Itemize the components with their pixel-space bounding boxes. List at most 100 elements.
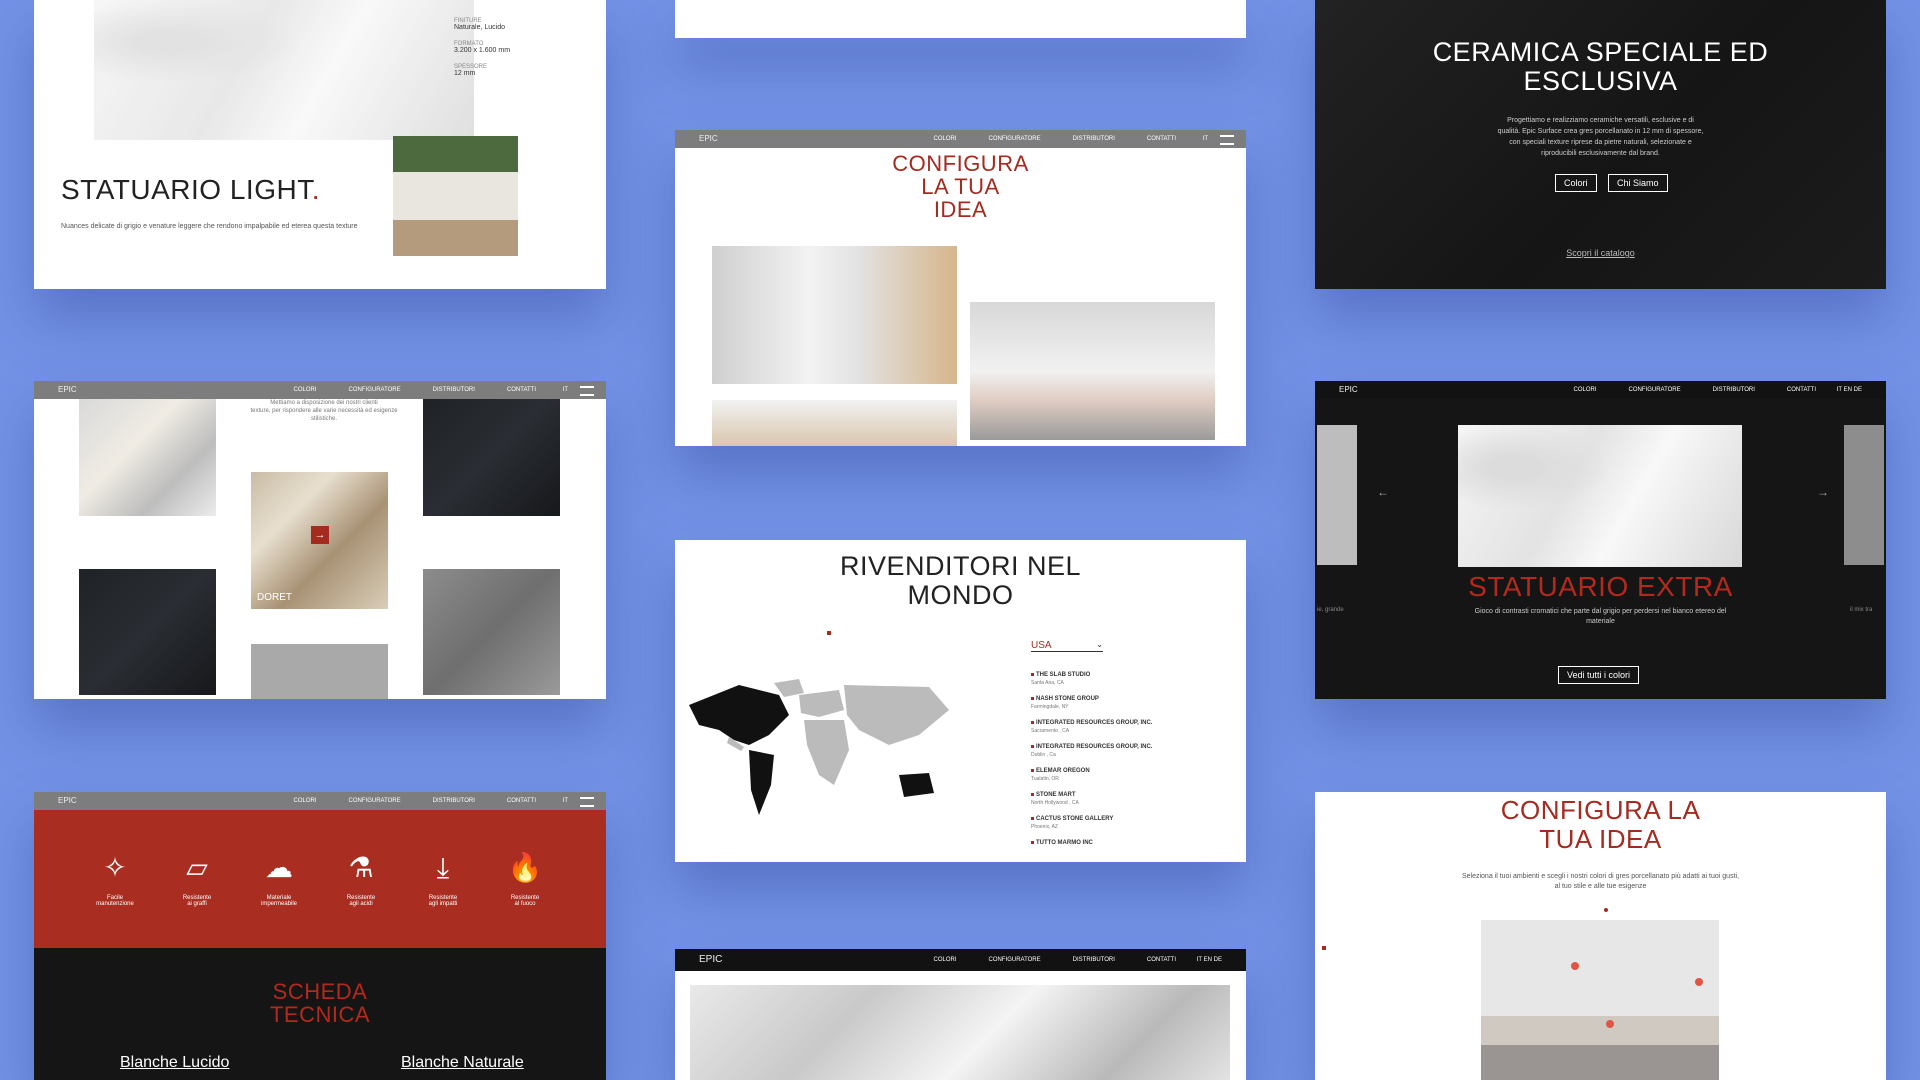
product-description: Nuances delicate di grigio e venature le…	[61, 223, 358, 230]
scratch-icon: ▱	[186, 852, 208, 883]
prev-slide-text: ie, grande	[1317, 607, 1344, 613]
arrow-right-icon[interactable]: →	[1817, 485, 1829, 499]
nav-link-colori[interactable]: COLORI	[1574, 387, 1597, 393]
nav-link-contatti[interactable]: CONTATTI	[1787, 387, 1816, 393]
page-title: CONFIGURA LA TUA IDEA	[892, 151, 1029, 222]
product-title: STATUARIO LIGHT.	[61, 174, 320, 205]
logo[interactable]: EPIC	[699, 954, 722, 965]
blanche-naturale-link[interactable]: Blanche Naturale	[401, 1054, 524, 1072]
card-ceramica-hero: CERAMICA SPECIALE ED ESCLUSIVA Progettia…	[1315, 0, 1886, 289]
feature-item: ⤓ Resistente agli impatti	[428, 852, 458, 907]
list-item[interactable]: INTEGRATED RESOURCES GROUP, INC. Dublin ,…	[1031, 744, 1152, 758]
africa	[804, 720, 849, 785]
nav-link-colori[interactable]: COLORI	[294, 387, 317, 393]
logo[interactable]: EPIC	[699, 134, 718, 143]
list-item[interactable]: STONE MART North Hollywood , CA	[1031, 792, 1152, 806]
tile-white-marble[interactable]	[79, 399, 216, 516]
nav-link-configuratore[interactable]: CONFIGURATORE	[349, 798, 401, 804]
asia	[844, 685, 949, 745]
hotspot[interactable]	[1571, 962, 1579, 970]
gallery-image-room[interactable]	[712, 400, 957, 446]
chevron-down-icon: ⌄	[1096, 640, 1103, 649]
world-map	[689, 679, 949, 815]
tile-grey-stone[interactable]	[423, 569, 560, 695]
nav-link-colori[interactable]: COLORI	[934, 957, 957, 963]
flask-icon: ⚗	[348, 852, 374, 883]
nav-link-colori[interactable]: COLORI	[934, 136, 957, 142]
lang-selector[interactable]: IT EN DE	[1197, 957, 1222, 963]
nav-link-configuratore[interactable]: CONFIGURATORE	[349, 387, 401, 393]
nav-link-configuratore[interactable]: CONFIGURATORE	[989, 136, 1041, 142]
room-preview[interactable]	[1481, 920, 1719, 1080]
flame-icon: 🔥	[507, 852, 543, 883]
hotspot[interactable]	[1606, 1020, 1614, 1028]
card-tiles-grid: EPIC COLORI CONFIGURATORE DISTRIBUTORI C…	[34, 381, 606, 699]
logo[interactable]: EPIC	[1339, 385, 1358, 394]
list-item[interactable]: TUTTO MARMO INC	[1031, 840, 1152, 846]
slide-image	[1458, 425, 1742, 567]
hotspot[interactable]	[1695, 978, 1703, 986]
list-item[interactable]: ELEMAR OREGON Tualatin, OR	[1031, 768, 1152, 782]
nav-link-colori[interactable]: COLORI	[294, 798, 317, 804]
colori-button[interactable]: Colori	[1555, 174, 1597, 192]
nav-link-configuratore[interactable]: CONFIGURATORE	[1629, 387, 1681, 393]
feature-item: ☁ Materiale impermeabile	[260, 852, 297, 907]
next-slide-thumb[interactable]	[1844, 425, 1884, 565]
tile-dark-marble[interactable]	[79, 569, 216, 695]
list-item[interactable]: CACTUS STONE GALLERY Phoenix, AZ	[1031, 816, 1152, 830]
nav-link-distributori[interactable]: DISTRIBUTORI	[1073, 136, 1115, 142]
menu-icon[interactable]	[580, 797, 594, 807]
logo[interactable]: EPIC	[58, 796, 77, 805]
nav-link-configuratore[interactable]: CONFIGURATORE	[989, 957, 1041, 963]
card-bottom-marble: EPIC COLORI CONFIGURATORE DISTRIBUTORI C…	[675, 949, 1246, 1080]
country-select[interactable]: USA ⌄	[1031, 640, 1103, 652]
hero-body: Progettiamo e realizziamo ceramiche vers…	[1497, 117, 1704, 157]
lang-selector[interactable]: IT EN DE	[1837, 387, 1862, 393]
lang-selector[interactable]: IT	[563, 798, 568, 804]
chi-siamo-button[interactable]: Chi Siamo	[1608, 174, 1668, 192]
navbar: EPIC COLORI CONFIGURATORE DISTRIBUTORI C…	[675, 130, 1246, 148]
prev-slide-thumb[interactable]	[1317, 425, 1357, 565]
carousel-dot[interactable]	[1604, 908, 1608, 912]
nav-link-contatti[interactable]: CONTATTI	[507, 798, 536, 804]
south-america	[749, 750, 774, 815]
gallery-image-dining[interactable]	[970, 302, 1215, 440]
impact-icon: ⤓	[436, 852, 450, 883]
catalog-link[interactable]: Scopri il catalogo	[1315, 248, 1886, 258]
tile-black-marble[interactable]	[423, 399, 560, 516]
nav-link-distributori[interactable]: DISTRIBUTORI	[433, 387, 475, 393]
arrow-left-icon[interactable]: ←	[1377, 485, 1389, 499]
tile-grey-light[interactable]	[251, 644, 388, 699]
arrow-right-icon[interactable]: →	[311, 526, 329, 544]
blanche-lucido-link[interactable]: Blanche Lucido	[120, 1054, 229, 1072]
nav-link-contatti[interactable]: CONTATTI	[1147, 957, 1176, 963]
card-features: EPIC COLORI CONFIGURATORE DISTRIBUTORI C…	[34, 792, 606, 1080]
slide-title: STATUARIO EXTRA	[1468, 571, 1733, 602]
nav-link-distributori[interactable]: DISTRIBUTORI	[433, 798, 475, 804]
hero-title: CERAMICA SPECIALE ED ESCLUSIVA	[1432, 37, 1769, 96]
nav-link-contatti[interactable]: CONTATTI	[1147, 136, 1176, 142]
gallery-image-bathroom[interactable]	[712, 246, 957, 384]
list-item[interactable]: NASH STONE GROUP Farmingdale, NY	[1031, 696, 1152, 710]
feature-item: 🔥 Resistente al fuoco	[507, 852, 543, 907]
next-slide-text: il mix tra	[1850, 607, 1873, 613]
navbar: EPIC COLORI CONFIGURATORE DISTRIBUTORI C…	[34, 381, 606, 399]
menu-icon[interactable]	[580, 386, 594, 396]
nav-link-contatti[interactable]: CONTATTI	[507, 387, 536, 393]
nav-link-distributori[interactable]: DISTRIBUTORI	[1713, 387, 1755, 393]
lang-selector[interactable]: IT	[563, 387, 568, 393]
sparkle-icon: ✧	[103, 852, 127, 883]
logo[interactable]: EPIC	[58, 385, 77, 394]
dealers-title: RIVENDITORI NEL MONDO	[839, 551, 1082, 610]
marble-hero	[690, 985, 1230, 1080]
spec-item: SPESSORE 12 mm	[454, 64, 488, 77]
menu-icon[interactable]	[1220, 135, 1234, 145]
accent-dot	[1322, 946, 1326, 950]
tile-doret[interactable]: → DORET	[251, 472, 388, 609]
lang-selector[interactable]: IT	[1203, 136, 1208, 142]
list-item[interactable]: INTEGRATED RESOURCES GROUP, INC. Sacramen…	[1031, 720, 1152, 734]
view-all-colors-button[interactable]: Vedi tutti i colori	[1558, 666, 1640, 684]
nav-link-distributori[interactable]: DISTRIBUTORI	[1073, 957, 1115, 963]
list-item[interactable]: THE SLAB STUDIO Santa Ana, CA	[1031, 672, 1152, 686]
features-band: ✧ Facile manutenzione ▱ Resistente ai graffi…	[34, 810, 606, 948]
